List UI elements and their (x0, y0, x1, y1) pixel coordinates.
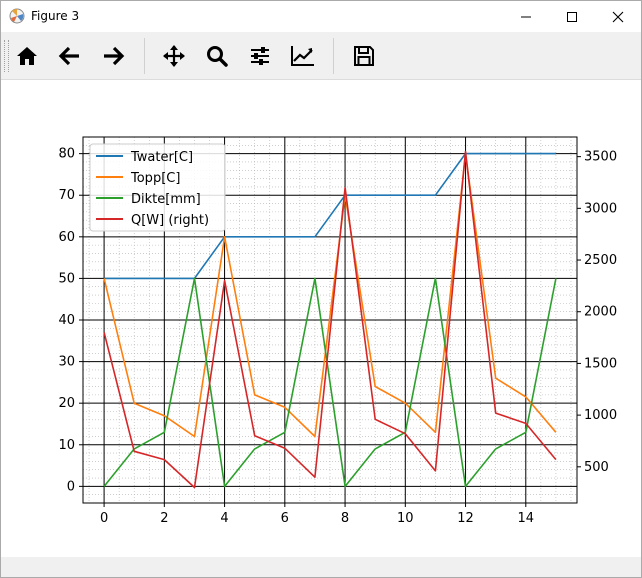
close-icon (612, 11, 624, 22)
back-button[interactable] (53, 39, 87, 73)
status-bar (1, 557, 641, 577)
toolbar-grip[interactable] (4, 40, 9, 72)
x-tick-label: 14 (518, 511, 535, 526)
y-tick-label: 60 (58, 230, 75, 245)
x-tick-label: 6 (281, 511, 289, 526)
home-button[interactable] (10, 39, 44, 73)
sliders-icon (251, 47, 269, 65)
title-bar: Figure 3 (1, 1, 641, 32)
edit-axis-button[interactable] (286, 39, 320, 73)
maximize-button[interactable] (549, 1, 595, 32)
pan-button[interactable] (157, 39, 191, 73)
configure-subplots-button[interactable] (243, 39, 277, 73)
minimize-icon (521, 16, 531, 17)
arrow-left-icon (58, 46, 79, 66)
x-tick-label: 2 (160, 511, 168, 526)
arrow-right-icon (104, 46, 125, 66)
y2-tick-label: 3500 (584, 150, 617, 165)
y-tick-label: 50 (58, 271, 75, 286)
y-tick-label: 0 (67, 479, 75, 494)
legend-label: Twater[C] (130, 150, 193, 165)
y2-tick-label: 2000 (584, 305, 617, 320)
app-icon (9, 8, 25, 24)
figure-canvas[interactable]: 0 10 20 30 40 50 60 70 80 500 1000 1500 2000 2500 3000… (1, 80, 641, 556)
y2-tick-label: 500 (584, 460, 609, 475)
y-tick-label: 40 (58, 313, 75, 328)
x-tick-label: 4 (220, 511, 228, 526)
toolbar-separator (144, 38, 145, 74)
legend-label: Topp[C] (130, 171, 180, 186)
y-tick-label: 30 (58, 355, 75, 370)
navigation-toolbar (1, 32, 641, 80)
figure-window: Figure 3 0 10 20 30 40 50 60 70 80 500 1… (0, 0, 642, 578)
y-tick-label: 20 (58, 396, 75, 411)
zoom-button[interactable] (200, 39, 234, 73)
y-tick-label: 10 (58, 438, 75, 453)
y-tick-label: 80 (58, 147, 75, 162)
zoom-icon (207, 46, 228, 67)
y2-tick-label: 2500 (584, 253, 617, 268)
move-icon (163, 45, 185, 67)
forward-button[interactable] (96, 39, 130, 73)
y-tick-label: 70 (58, 188, 75, 203)
save-button[interactable] (347, 39, 381, 73)
legend: Twater[C] Topp[C] Dikte[mm] Q[W] (right) (89, 143, 226, 232)
x-tick-label: 0 (100, 511, 108, 526)
window-title: Figure 3 (31, 9, 80, 23)
x-tick-label: 12 (457, 511, 474, 526)
y2-tick-label: 1000 (584, 408, 617, 423)
home-icon (17, 47, 37, 65)
y2-tick-label: 1500 (584, 356, 617, 371)
line-chart-icon (291, 46, 314, 66)
y2-tick-label: 3000 (584, 201, 617, 216)
legend-label: Dikte[mm] (131, 192, 201, 207)
toolbar-separator (333, 38, 334, 74)
close-button[interactable] (595, 1, 641, 32)
x-tick-label: 8 (341, 511, 349, 526)
legend-label: Q[W] (right) (131, 213, 209, 228)
maximize-icon (567, 11, 577, 22)
x-tick-label: 10 (397, 511, 414, 526)
line-chart[interactable]: 0102030405060708050010001500200025003000… (1, 80, 641, 556)
minimize-button[interactable] (503, 1, 549, 32)
floppy-disk-icon (354, 46, 374, 66)
